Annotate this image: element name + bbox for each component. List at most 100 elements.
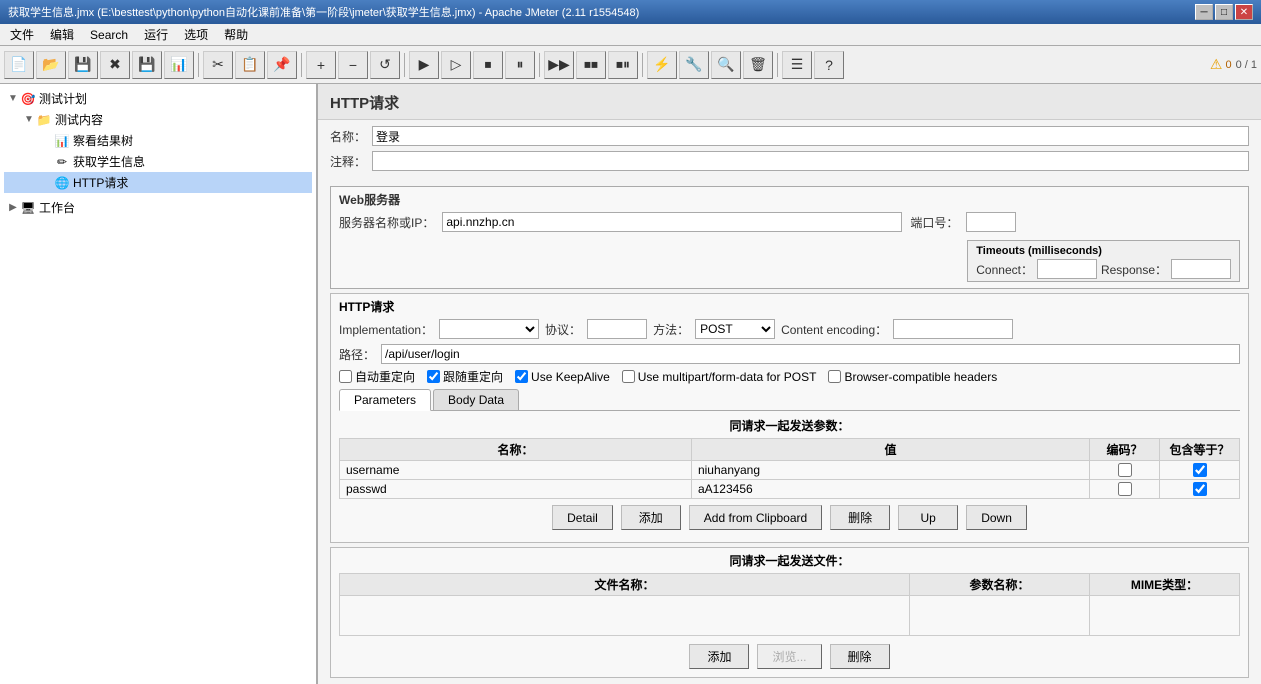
cb-follow[interactable] (427, 370, 440, 383)
add-file-button[interactable]: 添加 (689, 644, 749, 669)
save-button[interactable]: 💾 (68, 51, 98, 79)
open-button[interactable]: 📂 (36, 51, 66, 79)
delete-file-button[interactable]: 删除 (830, 644, 890, 669)
remote-exit-button[interactable]: ⏹⏸ (608, 51, 638, 79)
copy-button[interactable]: 📋 (235, 51, 265, 79)
params-area: 同请求一起发送参数： 名称： 值 编码？ 包含等于？ username (339, 411, 1240, 536)
remote-stop-button[interactable]: ⏹⏹ (576, 51, 606, 79)
param-encode-1[interactable] (1090, 461, 1160, 480)
play-nopause-button[interactable]: ▷ (441, 51, 471, 79)
impl-row: Implementation： HttpClient4 Java 协议： 方法：… (339, 319, 1240, 339)
menu-edit[interactable]: 编辑 (44, 25, 80, 44)
protocol-input[interactable] (587, 319, 647, 339)
cb-browser[interactable] (828, 370, 841, 383)
connect-input[interactable] (1037, 259, 1097, 279)
detail-button[interactable]: Detail (552, 505, 613, 530)
cb-browser-label[interactable]: Browser-compatible headers (828, 370, 997, 384)
sep6 (777, 53, 778, 77)
param-value-1: niuhanyang (691, 461, 1089, 480)
funnel-button[interactable]: 🔧 (679, 51, 709, 79)
warning-count: 0 (1225, 59, 1231, 71)
name-input[interactable] (372, 126, 1249, 146)
browse-button[interactable]: 浏览... (757, 644, 821, 669)
paste-button[interactable]: 📌 (267, 51, 297, 79)
add-node-button[interactable]: + (306, 51, 336, 79)
cut-button[interactable]: ✂ (203, 51, 233, 79)
clear-toolbar-button[interactable]: 🗑 (743, 51, 773, 79)
encode-cb-1[interactable] (1118, 463, 1132, 477)
encode-cb-2[interactable] (1118, 482, 1132, 496)
stop-button[interactable]: ⏹ (473, 51, 503, 79)
tree-item-test-plan[interactable]: ▼ 🎯 测试计划 (4, 88, 312, 109)
list-button[interactable]: ☰ (782, 51, 812, 79)
tree-item-http[interactable]: 🌐 HTTP请求 (4, 172, 312, 193)
cb-follow-label[interactable]: 跟随重定向 (427, 368, 503, 385)
encoding-input[interactable] (893, 319, 1013, 339)
report-button[interactable]: 📊 (164, 51, 194, 79)
add-param-button[interactable]: 添加 (621, 505, 681, 530)
menu-run[interactable]: 运行 (138, 25, 174, 44)
menu-help[interactable]: 帮助 (218, 25, 254, 44)
menu-search[interactable]: Search (84, 27, 134, 43)
search-toolbar-button[interactable]: 🔍 (711, 51, 741, 79)
remote-play-button[interactable]: ▶▶ (544, 51, 574, 79)
cb-redirect-label[interactable]: 自动重定向 (339, 368, 415, 385)
title-text: 获取学生信息.jmx (E:\besttest\python\python自动化… (8, 4, 639, 20)
menu-options[interactable]: 选项 (178, 25, 214, 44)
close-file-button[interactable]: ✖ (100, 51, 130, 79)
param-encode-2[interactable] (1090, 480, 1160, 499)
response-input[interactable] (1171, 259, 1231, 279)
cb-keepalive-label[interactable]: Use KeepAlive (515, 370, 610, 384)
add-from-clipboard-button[interactable]: Add from Clipboard (689, 505, 822, 530)
impl-select[interactable]: HttpClient4 Java (439, 319, 539, 339)
http-request-tree-icon: 🌐 (54, 175, 70, 191)
col-encode: 编码？ (1090, 439, 1160, 461)
sep3 (404, 53, 405, 77)
getstudent-label: 获取学生信息 (73, 153, 145, 170)
param-include-2[interactable] (1160, 480, 1240, 499)
close-button[interactable]: ✕ (1235, 4, 1253, 20)
server-label: 服务器名称或IP： (339, 214, 434, 231)
remove-node-button[interactable]: − (338, 51, 368, 79)
test-plan-label: 测试计划 (39, 90, 87, 107)
tree-panel: ▼ 🎯 测试计划 ▼ 📁 测试内容 📊 察看结果树 ✏ 获取学生信息 🌐 HTT… (0, 84, 318, 684)
jmeter-button[interactable]: ⚡ (647, 51, 677, 79)
help-toolbar-button[interactable]: ? (814, 51, 844, 79)
web-server-group: Web服务器 服务器名称或IP： 端口号： Timeouts (millisec… (330, 186, 1249, 289)
save-as-button[interactable]: 💾 (132, 51, 162, 79)
method-select[interactable]: GET POST PUT DELETE (695, 319, 775, 339)
delete-param-button[interactable]: 删除 (830, 505, 890, 530)
new-button[interactable]: 📄 (4, 51, 34, 79)
down-button[interactable]: Down (966, 505, 1027, 530)
param-include-1[interactable] (1160, 461, 1240, 480)
include-cb-1[interactable] (1193, 463, 1207, 477)
cb-keepalive[interactable] (515, 370, 528, 383)
tab-body-data[interactable]: Body Data (433, 389, 519, 410)
up-button[interactable]: Up (898, 505, 958, 530)
cb-redirect[interactable] (339, 370, 352, 383)
refresh-button[interactable]: ↺ (370, 51, 400, 79)
sep4 (539, 53, 540, 77)
table-row: passwd aA123456 (340, 480, 1240, 499)
tree-item-result[interactable]: 📊 察看结果树 (4, 130, 312, 151)
include-cb-2[interactable] (1193, 482, 1207, 496)
impl-label: Implementation： (339, 321, 433, 338)
cb-multipart-label[interactable]: Use multipart/form-data for POST (622, 370, 817, 384)
test-plan-icon: 🎯 (20, 91, 36, 107)
workbench-label: 工作台 (39, 199, 75, 216)
comment-input[interactable] (372, 151, 1249, 171)
shutdown-button[interactable]: ⏸ (505, 51, 535, 79)
maximize-button[interactable]: □ (1215, 4, 1233, 20)
tree-item-getstudent[interactable]: ✏ 获取学生信息 (4, 151, 312, 172)
play-button[interactable]: ▶ (409, 51, 439, 79)
tab-parameters[interactable]: Parameters (339, 389, 431, 411)
cb-multipart[interactable] (622, 370, 635, 383)
menu-file[interactable]: 文件 (4, 25, 40, 44)
tree-item-test-content[interactable]: ▼ 📁 测试内容 (4, 109, 312, 130)
port-input[interactable] (966, 212, 1016, 232)
tree-item-workbench[interactable]: ▶ 🖥 工作台 (4, 197, 312, 218)
file-section-title: 同请求一起发送文件： (339, 552, 1240, 569)
minimize-button[interactable]: ─ (1195, 4, 1213, 20)
path-input[interactable] (381, 344, 1240, 364)
server-input[interactable] (442, 212, 902, 232)
